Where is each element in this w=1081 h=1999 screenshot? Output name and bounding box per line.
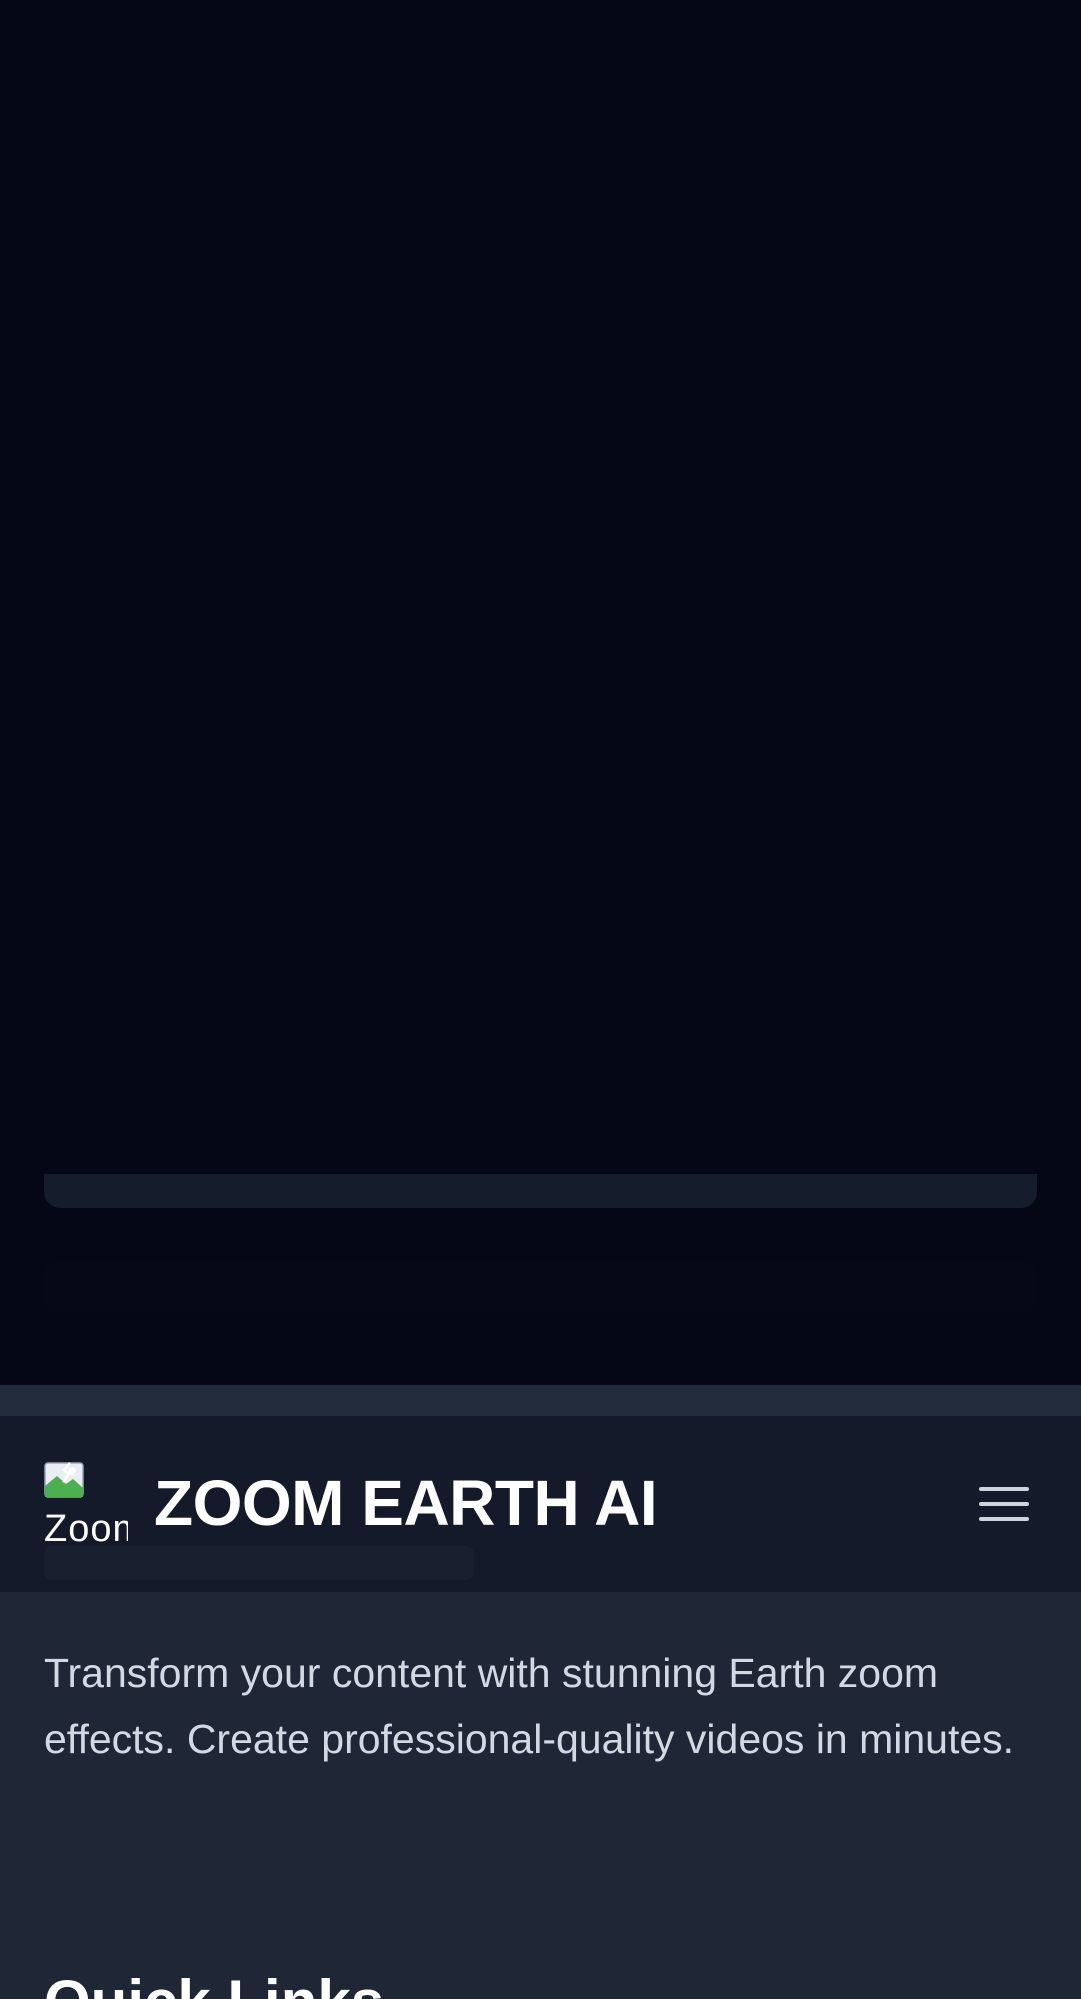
- menu-line: [979, 1487, 1029, 1491]
- hamburger-menu-icon[interactable]: [971, 1480, 1037, 1528]
- page: Zoom Earth AI logo ZOOM EARTH AI Transfo…: [0, 0, 1081, 1999]
- brand-name[interactable]: ZOOM EARTH AI: [154, 1469, 658, 1537]
- footer-tagline: Transform your content with stunning Ear…: [44, 1650, 1015, 1762]
- hero-section: [0, 0, 1081, 1385]
- video-player-bottom-bar: [44, 1174, 1037, 1208]
- menu-line: [979, 1517, 1029, 1521]
- broken-image-icon: [44, 1462, 84, 1498]
- logo-alt-text: Zoom Earth AI logo: [44, 1508, 128, 1546]
- menu-line: [979, 1502, 1029, 1506]
- navbar-shadow-decoration: [44, 1546, 474, 1580]
- brand-logo[interactable]: Zoom Earth AI logo: [44, 1462, 128, 1546]
- quick-links-heading: Quick Links: [44, 1966, 384, 1999]
- hero-decoration: [44, 1262, 1037, 1312]
- footer-top-band: [0, 1385, 1081, 1416]
